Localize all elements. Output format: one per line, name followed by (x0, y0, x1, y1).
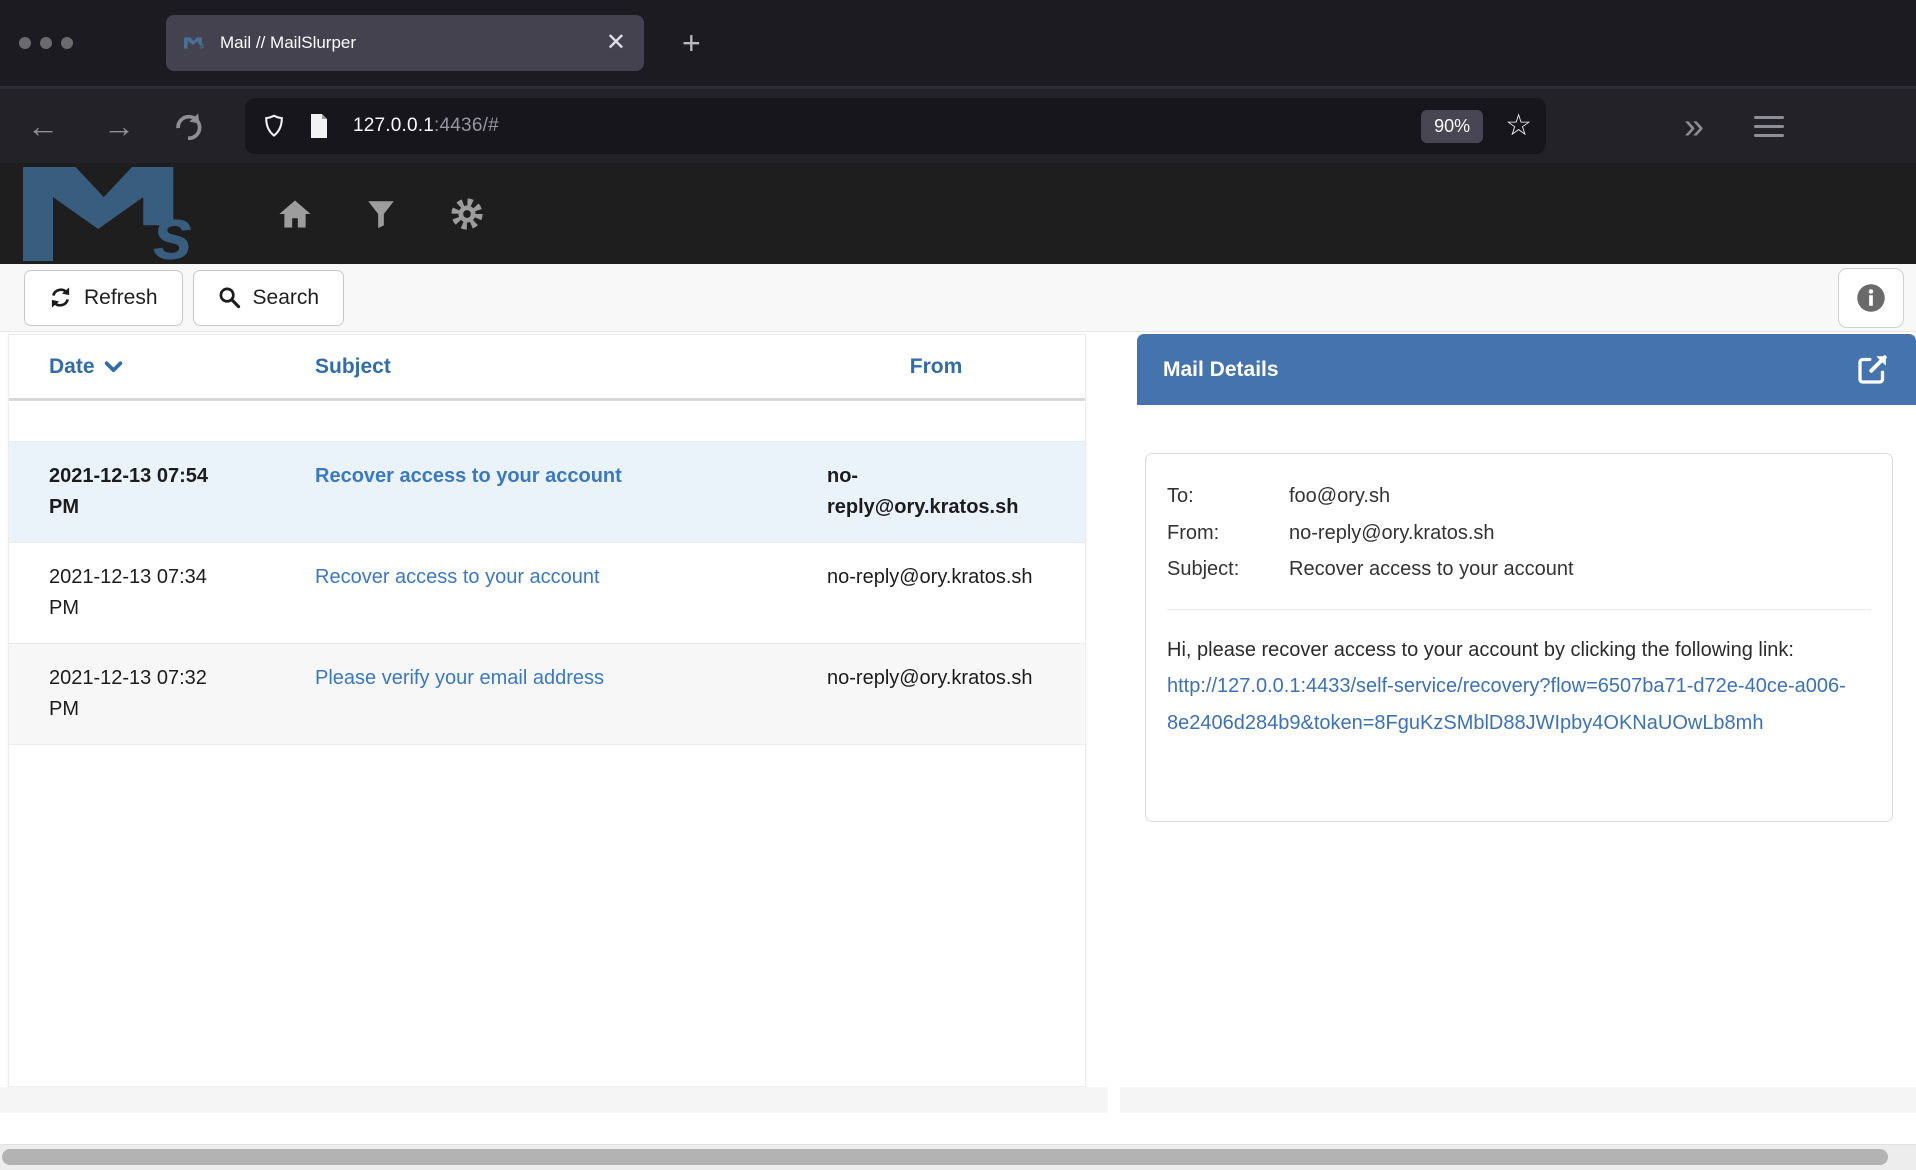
search-button[interactable]: Search (193, 270, 345, 326)
page-info-icon[interactable] (307, 113, 331, 139)
mailslurper-navbar: s (0, 163, 1916, 264)
mail-row-selected[interactable]: 2021-12-13 07:54 PM Recover access to yo… (9, 441, 1085, 542)
main-content: Date Subject From 2021-12-13 07:54 PM Re… (0, 332, 1916, 1087)
refresh-button-label: Refresh (84, 286, 158, 310)
mail-from: no-reply@ory.kratos.sh (827, 562, 1039, 624)
panel-footer (0, 1087, 1916, 1113)
window-minimize-dot[interactable] (40, 37, 52, 49)
open-external-icon[interactable] (1854, 352, 1890, 388)
meta-row-to: To: foo@ory.sh (1167, 478, 1871, 515)
mail-body: Hi, please recover access to your accoun… (1167, 632, 1871, 742)
home-icon[interactable] (278, 197, 312, 231)
forward-icon[interactable]: → (97, 110, 141, 142)
url-host: 127.0.0.1 (353, 115, 434, 136)
info-button[interactable] (1838, 268, 1904, 328)
recovery-link[interactable]: http://127.0.0.1:4433/self-service/recov… (1167, 675, 1846, 734)
sort-descending-icon (104, 360, 123, 374)
browser-tab-bar: s Mail // MailSlurper ✕ + (0, 0, 1916, 86)
url-text[interactable]: 127.0.0.1:4436/# (353, 115, 499, 137)
column-header-subject[interactable]: Subject (315, 355, 827, 379)
from-header-label: From (910, 355, 963, 379)
mail-from: no-reply@ory.kratos.sh (827, 663, 1039, 725)
details-divider (1167, 609, 1871, 610)
subject-value: Recover access to your account (1289, 551, 1871, 588)
mail-subject-link[interactable]: Recover access to your account (315, 465, 622, 487)
mail-from: no-reply@ory.kratos.sh (827, 461, 1039, 523)
details-footer (1120, 1087, 1916, 1113)
url-bar[interactable]: 127.0.0.1:4436/# 90% ☆ (245, 98, 1546, 154)
search-icon (218, 286, 241, 309)
menu-icon[interactable] (1754, 116, 1784, 137)
mail-date: 2021-12-13 07:32 PM (49, 663, 227, 725)
browser-window: s Mail // MailSlurper ✕ + ← → 127.0.0.1:… (0, 0, 1916, 1170)
mail-row[interactable]: 2021-12-13 07:32 PM Please verify your e… (9, 643, 1085, 745)
horizontal-scrollbar[interactable] (0, 1145, 1916, 1170)
browser-toolbar: ← → 127.0.0.1:4436/# 90% ☆ » (0, 86, 1916, 163)
search-button-label: Search (253, 286, 320, 310)
mail-row[interactable]: 2021-12-13 07:34 PM Recover access to yo… (9, 542, 1085, 643)
back-icon[interactable]: ← (21, 110, 65, 142)
url-path: :4436/# (434, 115, 499, 136)
meta-row-subject: Subject: Recover access to your account (1167, 551, 1871, 588)
info-icon (1856, 283, 1886, 313)
refresh-button[interactable]: Refresh (24, 270, 183, 326)
date-header-label: Date (49, 355, 95, 379)
svg-text:s: s (153, 193, 194, 261)
mail-date: 2021-12-13 07:34 PM (49, 562, 227, 624)
shield-icon[interactable] (261, 113, 287, 139)
to-value: foo@ory.sh (1289, 478, 1871, 515)
mail-details-panel: Mail Details To: foo@ory.sh From: no-rep… (1137, 334, 1916, 1087)
tab-title: Mail // MailSlurper (220, 33, 356, 53)
bookmark-star-icon[interactable]: ☆ (1505, 111, 1532, 141)
reload-icon[interactable] (171, 109, 205, 143)
mail-subject-link[interactable]: Please verify your email address (315, 667, 604, 689)
from-value: no-reply@ory.kratos.sh (1289, 515, 1871, 552)
subject-label: Subject: (1167, 551, 1289, 588)
tab-close-icon[interactable]: ✕ (606, 31, 626, 55)
mail-list-header: Date Subject From (9, 335, 1085, 401)
mailslurper-favicon-icon: s (184, 37, 208, 49)
mail-details-card: To: foo@ory.sh From: no-reply@ory.kratos… (1145, 453, 1893, 822)
new-tab-button[interactable]: + (682, 27, 701, 59)
from-label: From: (1167, 515, 1289, 552)
window-maximize-dot[interactable] (61, 37, 73, 49)
mail-list-panel: Date Subject From 2021-12-13 07:54 PM Re… (8, 334, 1086, 1087)
filter-icon[interactable] (364, 197, 398, 231)
mail-body-text: Hi, please recover access to your accoun… (1167, 639, 1794, 661)
zoom-level-badge[interactable]: 90% (1421, 110, 1483, 143)
subject-header-label: Subject (315, 355, 391, 379)
extensions-overflow-icon[interactable]: » (1684, 108, 1702, 144)
column-header-from[interactable]: From (827, 355, 1085, 379)
column-header-date[interactable]: Date (49, 355, 315, 379)
mail-date: 2021-12-13 07:54 PM (49, 461, 227, 523)
mailslurper-logo[interactable]: s (22, 167, 226, 261)
window-controls[interactable] (19, 37, 73, 49)
refresh-icon (49, 286, 72, 309)
to-label: To: (1167, 478, 1289, 515)
list-spacer (9, 401, 1085, 441)
mail-details-title: Mail Details (1163, 358, 1279, 382)
mail-subject-link[interactable]: Recover access to your account (315, 566, 600, 588)
bottom-margin (0, 1113, 1916, 1145)
scrollbar-thumb[interactable] (2, 1149, 1888, 1165)
list-footer (0, 1087, 1108, 1113)
footer-gap (1108, 1087, 1120, 1113)
action-toolbar: Refresh Search (0, 264, 1916, 332)
window-close-dot[interactable] (19, 37, 31, 49)
browser-tab[interactable]: s Mail // MailSlurper ✕ (166, 15, 644, 71)
svg-text:s: s (199, 40, 204, 49)
mail-details-header: Mail Details (1137, 334, 1916, 405)
meta-row-from: From: no-reply@ory.kratos.sh (1167, 515, 1871, 552)
gear-icon[interactable] (450, 197, 484, 231)
